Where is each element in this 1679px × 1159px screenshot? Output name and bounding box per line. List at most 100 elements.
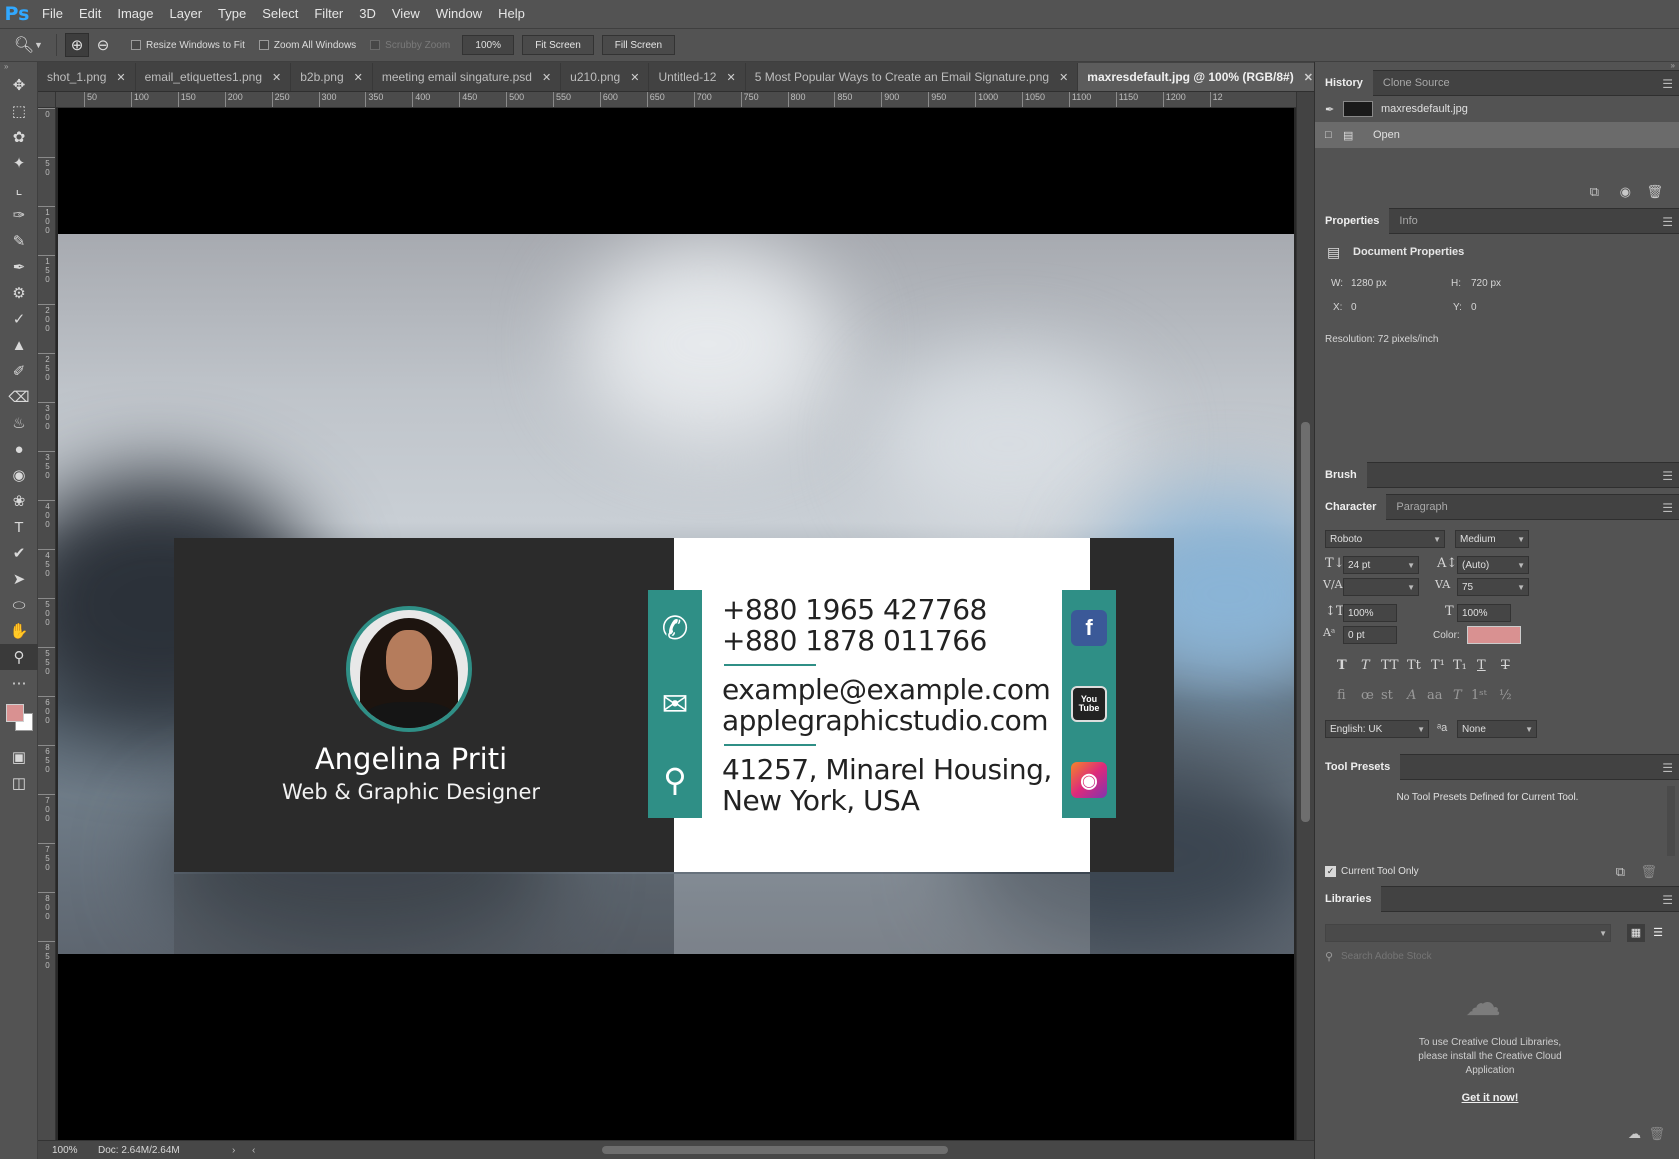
zoom-tool-icon[interactable]: ⚲ [0,644,38,670]
zoom-level[interactable]: 100% [38,1145,98,1156]
eyedropper-tool-icon[interactable]: ✑ [0,202,38,228]
menu-image[interactable]: Image [109,0,161,28]
menu-help[interactable]: Help [490,0,533,28]
panel-collapse-icon[interactable]: » [1315,62,1679,70]
resize-windows-checkbox[interactable]: Resize Windows to Fit [131,40,245,51]
tab-clone-source[interactable]: Clone Source [1373,70,1460,96]
close-icon[interactable]: ✕ [726,71,735,84]
get-it-now-link[interactable]: Get it now! [1315,1092,1665,1104]
trash-icon[interactable]: 🗑︎ [1646,184,1663,200]
lasso-tool-icon[interactable]: ✿ [0,124,38,150]
ellipse-tool-icon[interactable]: ⬭ [0,592,38,618]
history-brush-source-icon[interactable]: ✒ [1325,103,1343,116]
language-select[interactable]: English: UK ▼ [1325,720,1429,738]
strikethrough-icon[interactable]: T [1501,658,1510,673]
marquee-tool-icon[interactable]: ⬚ [0,98,38,124]
stamp-tool-icon[interactable]: ▲ [0,332,38,358]
pen-tool-icon[interactable]: ✔ [0,540,38,566]
document-tab[interactable]: shot_1.png ✕ [38,63,136,91]
fill-screen-button[interactable]: Fill Screen [601,35,676,55]
small-caps-icon[interactable]: Tt [1407,658,1421,673]
cloud-sync-icon[interactable]: ☁ [1628,1126,1641,1142]
menu-3d[interactable]: 3D [351,0,384,28]
close-icon[interactable]: ✕ [1059,71,1068,84]
history-brush-tool-icon[interactable]: ✓ [0,306,38,332]
tracking-field[interactable]: 75 ▼ [1457,578,1529,596]
menu-type[interactable]: Type [210,0,254,28]
clone-stamp-tool-icon[interactable]: ⚙ [0,280,38,306]
zoom-tool-icon[interactable]: 🔍︎ [14,35,34,55]
leading-field[interactable]: (Auto) ▼ [1457,556,1529,574]
fit-screen-button[interactable]: Fit Screen [522,35,594,55]
panel-menu-icon[interactable]: ☰ [1662,761,1673,775]
magic-wand-tool-icon[interactable]: ✦ [0,150,38,176]
y-value[interactable]: 0 [1471,302,1477,313]
width-value[interactable]: 1280 px [1351,278,1387,289]
zoom-out-button[interactable]: ⊖ [91,33,115,57]
ordinals-icon[interactable]: 1ˢᵗ [1471,688,1487,703]
horizontal-ruler[interactable]: 50 100 150 200 250 300 350 400 450 500 550 600 650 70… [56,92,1296,108]
ruler-origin[interactable] [38,92,56,108]
history-snapshot[interactable]: ✒ maxresdefault.jpg [1315,96,1679,122]
tab-brush[interactable]: Brush [1315,462,1367,488]
zoom-all-windows-checkbox[interactable]: Zoom All Windows [258,40,356,51]
tab-paragraph[interactable]: Paragraph [1386,494,1457,520]
menu-view[interactable]: View [384,0,428,28]
tab-info[interactable]: Info [1389,208,1427,234]
swash-icon[interactable]: st [1381,688,1393,703]
new-preset-icon[interactable]: ⧉ [1616,864,1625,880]
x-value[interactable]: 0 [1351,302,1357,313]
scrollbar-thumb[interactable] [1301,422,1310,822]
panel-grip[interactable]: » [0,62,37,72]
tab-libraries[interactable]: Libraries [1315,886,1382,912]
document-tab[interactable]: email_etiquettes1.png ✕ [135,63,292,91]
presets-scrollbar[interactable] [1667,786,1675,856]
close-icon[interactable]: ✕ [354,71,363,84]
titling-alternates-icon[interactable]: aa [1427,688,1443,703]
hand-tool-icon[interactable]: ✋ [0,618,38,644]
subscript-icon[interactable]: T₁ [1453,658,1467,673]
type-tool-icon[interactable]: T [0,514,38,540]
crop-tool-icon[interactable]: ⌞ [0,176,38,202]
horizontal-scale-field[interactable]: 100% [1457,604,1511,622]
panel-menu-icon[interactable]: ☰ [1662,893,1673,907]
menu-edit[interactable]: Edit [71,0,109,28]
baseline-shift-field[interactable]: 0 pt [1343,626,1397,644]
font-size-field[interactable]: 24 pt ▼ [1343,556,1419,574]
antialias-select[interactable]: None ▼ [1457,720,1537,738]
text-color-swatch[interactable] [1467,626,1521,644]
close-icon[interactable]: ✕ [1304,71,1313,84]
old-style-icon[interactable]: œ [1361,688,1374,703]
move-tool-icon[interactable]: ✥ [0,72,38,98]
ligatures-icon[interactable]: fi [1337,688,1346,703]
library-select[interactable]: ▼ [1325,924,1611,942]
tab-history[interactable]: History [1315,70,1373,96]
art-brush-tool-icon[interactable]: ✐ [0,358,38,384]
scrollbar-thumb[interactable] [602,1146,948,1154]
ornaments-icon[interactable]: T [1453,688,1462,703]
more-tools-icon[interactable]: ⋯ [0,670,38,696]
faux-bold-icon[interactable]: T [1337,658,1347,673]
close-icon[interactable]: ✕ [630,71,639,84]
vertical-scrollbar[interactable] [1296,92,1314,1148]
status-menu-chevron-icon[interactable]: › [232,1145,252,1156]
brush-tool-icon[interactable]: ✒ [0,254,38,280]
menu-select[interactable]: Select [254,0,306,28]
foreground-color-swatch[interactable] [6,704,24,722]
camera-icon[interactable]: ◉ [1620,184,1631,200]
trash-icon[interactable]: 🗑︎ [1648,1126,1665,1142]
panel-menu-icon[interactable]: ☰ [1662,469,1673,483]
vertical-scale-field[interactable]: 100% [1343,604,1397,622]
fractions-icon[interactable]: ½ [1499,688,1512,703]
panel-menu-icon[interactable]: ☰ [1662,77,1673,91]
kerning-field[interactable]: ▼ [1343,578,1419,596]
tab-tool-presets[interactable]: Tool Presets [1315,754,1401,780]
tool-preset-chevron-down-icon[interactable]: ▼ [34,40,48,50]
font-style-select[interactable]: Medium ▼ [1455,530,1529,548]
blur-tool-icon[interactable]: ● [0,436,38,462]
canvas-area[interactable]: Angelina Priti Web & Graphic Designer ✆ … [56,108,1296,1148]
horizontal-scrollbar[interactable] [272,1144,1300,1156]
faux-italic-icon[interactable]: T [1361,658,1370,673]
vertical-ruler[interactable]: 0 50 100 150 200 250 300 350 400 450 500 550 600 650 7… [38,108,56,1148]
close-icon[interactable]: ✕ [542,71,551,84]
